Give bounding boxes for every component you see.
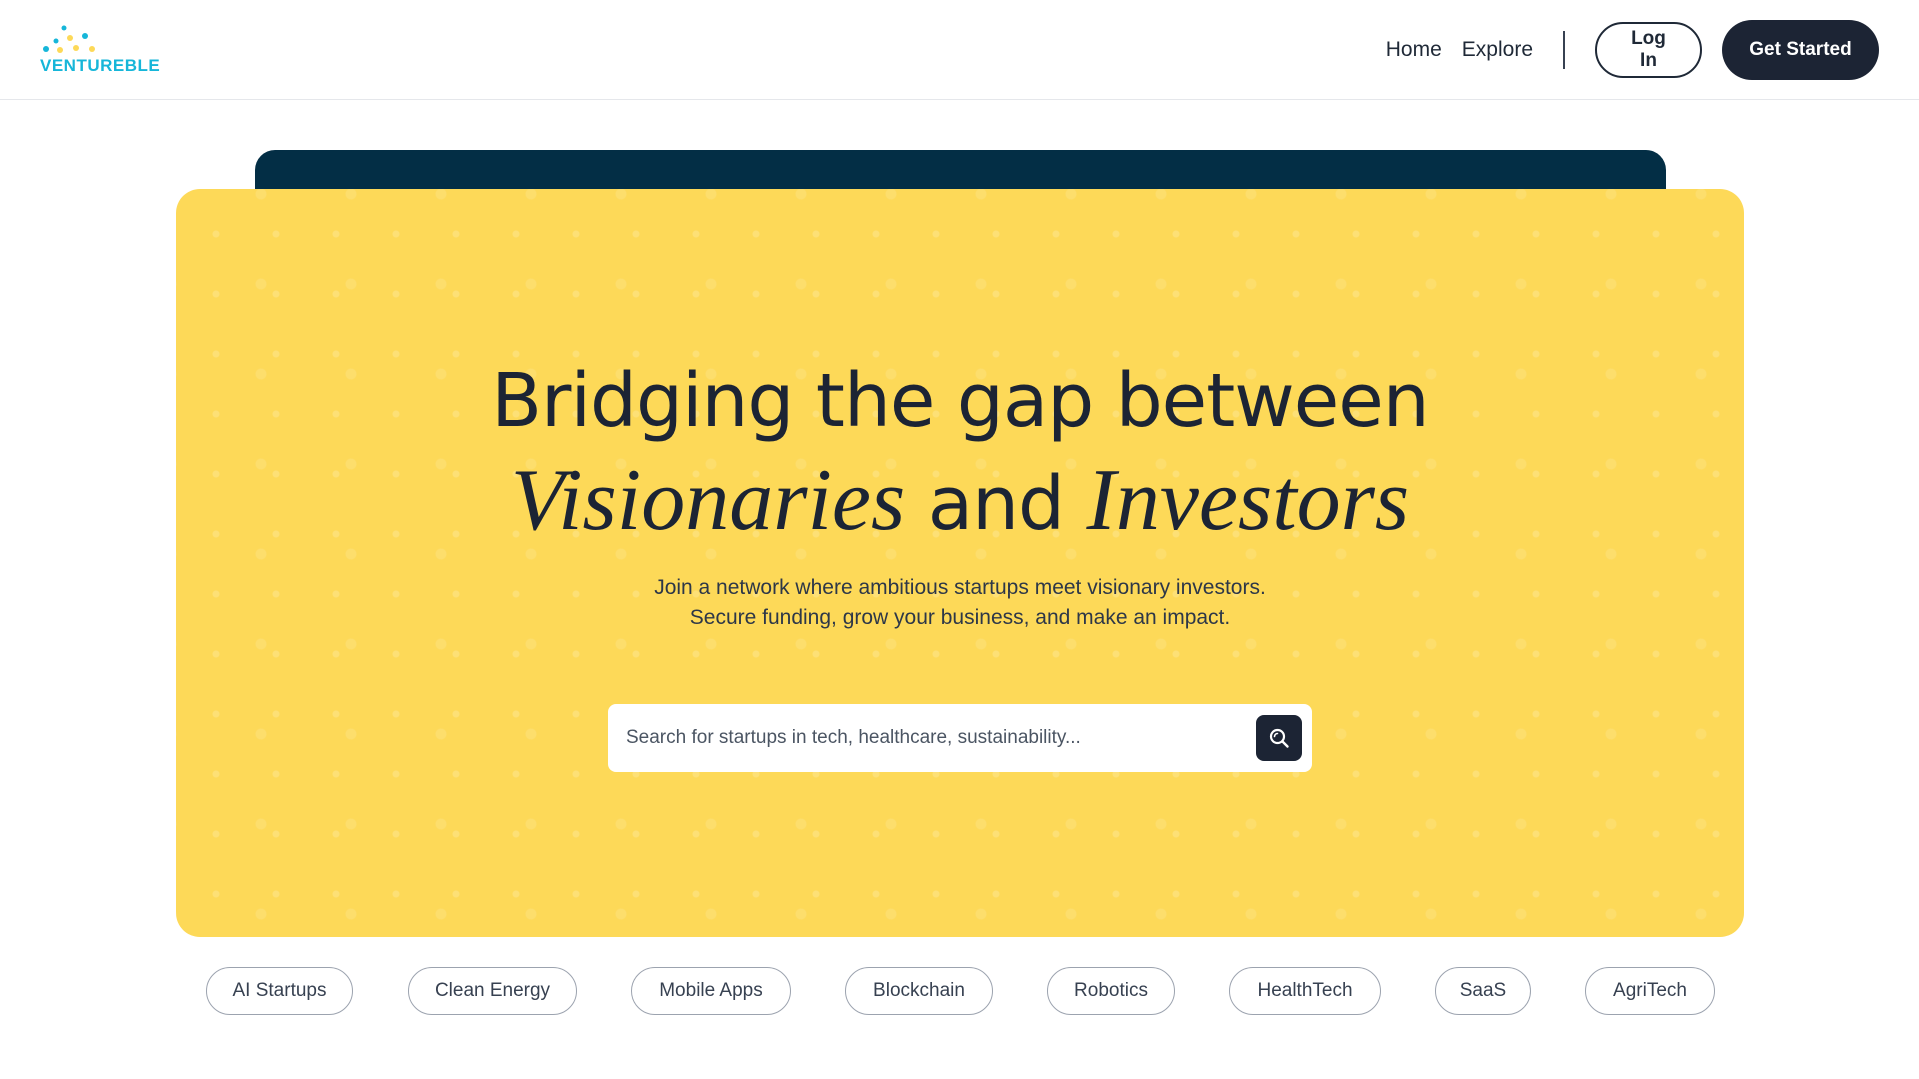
hero-word-and: and <box>927 461 1065 547</box>
nav-divider <box>1563 31 1565 69</box>
chip-agritech[interactable]: AgriTech <box>1585 967 1715 1015</box>
nav-link-explore[interactable]: Explore <box>1462 38 1533 62</box>
hero-title-line1: Bridging the gap between <box>491 358 1429 444</box>
startup-search-bar <box>608 704 1312 772</box>
logo-dots-icon <box>43 25 95 53</box>
chip-robotics[interactable]: Robotics <box>1047 967 1175 1015</box>
get-started-button[interactable]: Get Started <box>1722 20 1879 80</box>
hero-title-line2: Visionaries and Investors <box>176 451 1744 554</box>
hero-word-investors: Investors <box>1086 452 1410 549</box>
nav-link-home[interactable]: Home <box>1386 38 1442 62</box>
search-icon <box>1269 728 1289 748</box>
brand-name: VENTUREBLE <box>40 56 161 75</box>
chip-blockchain[interactable]: Blockchain <box>845 967 993 1015</box>
chip-healthtech[interactable]: HealthTech <box>1229 967 1381 1015</box>
login-button[interactable]: Log In <box>1595 22 1702 78</box>
hero-card: Bridging the gap between Visionaries and… <box>176 189 1744 937</box>
chip-clean-energy[interactable]: Clean Energy <box>408 967 577 1015</box>
category-chips: AI Startups Clean Energy Mobile Apps Blo… <box>0 967 1919 1017</box>
hero-subtitle: Join a network where ambitious startups … <box>654 576 1266 629</box>
search-input[interactable] <box>626 704 1226 772</box>
top-navigation-bar: VENTUREBLE Home Explore Log In Get Start… <box>0 0 1919 100</box>
brand-logo[interactable]: VENTUREBLE <box>40 24 170 80</box>
search-button[interactable] <box>1256 715 1302 761</box>
hero-word-visionaries: Visionaries <box>510 452 906 549</box>
chip-saas[interactable]: SaaS <box>1435 967 1531 1015</box>
chip-mobile-apps[interactable]: Mobile Apps <box>631 967 791 1015</box>
main-nav: Home Explore Log In Get Started <box>1386 0 1879 100</box>
chip-ai-startups[interactable]: AI Startups <box>206 967 353 1015</box>
